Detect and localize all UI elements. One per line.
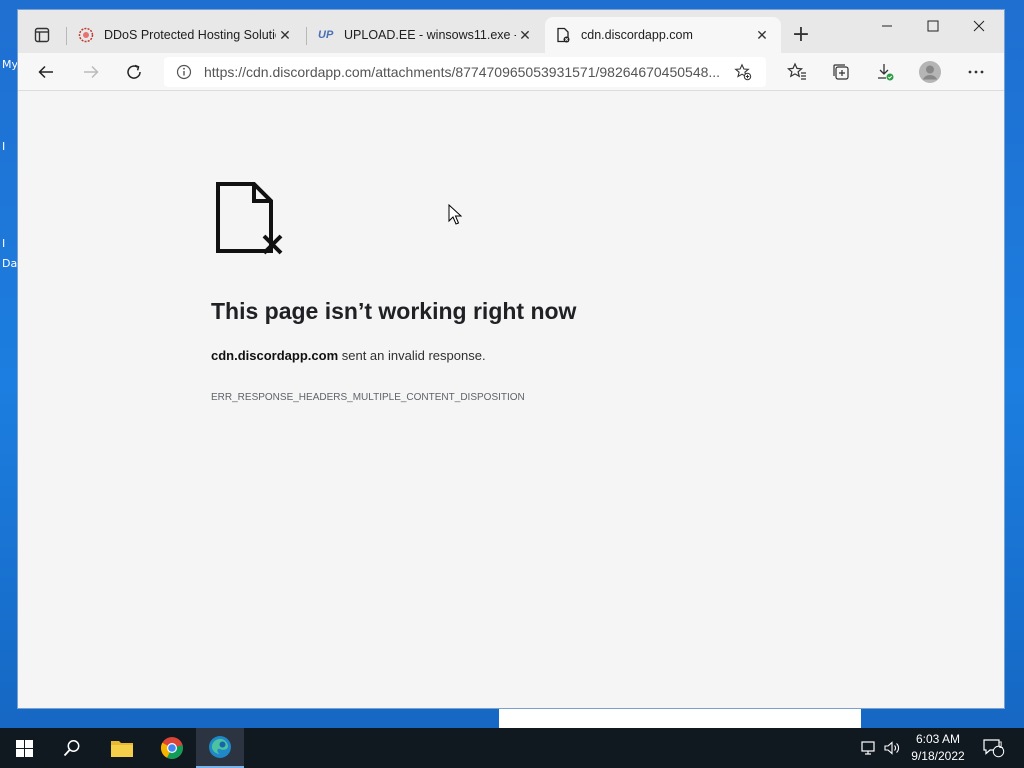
close-tab-icon[interactable]: ✕	[753, 27, 771, 44]
tab-label: DDoS Protected Hosting Solutio	[104, 28, 276, 42]
tab-actions-icon	[34, 27, 50, 43]
minimize-icon	[882, 25, 892, 27]
address-bar[interactable]: https://cdn.discordapp.com/attachments/8…	[164, 57, 766, 87]
settings-more-button[interactable]	[961, 58, 991, 86]
edge-button[interactable]	[196, 728, 244, 768]
tab-bar: DDoS Protected Hosting Solutio ✕ UP UPLO…	[18, 10, 1004, 53]
desktop-icon-label[interactable]: I	[2, 237, 5, 250]
action-center-button[interactable]: 1	[983, 728, 1005, 768]
chrome-button[interactable]	[148, 728, 196, 768]
notification-count: 1	[998, 741, 1004, 751]
tab-separator	[66, 27, 67, 45]
error-code: ERR_RESPONSE_HEADERS_MULTIPLE_CONTENT_DI…	[211, 392, 525, 403]
address-url[interactable]: https://cdn.discordapp.com/attachments/8…	[204, 64, 724, 80]
site-info-icon[interactable]	[176, 64, 192, 80]
network-button[interactable]	[860, 728, 878, 768]
tab-upload-ee[interactable]: UP UPLOAD.EE - winsows11.exe - Do ✕	[308, 17, 544, 53]
taskbar: 6:03 AM 9/18/2022 1	[0, 728, 1024, 768]
page-content: This page isn’t working right now cdn.di…	[18, 92, 1004, 708]
forward-arrow-icon	[84, 65, 99, 79]
desktop-icon-label[interactable]: Da	[2, 257, 17, 270]
tab-label: cdn.discordapp.com	[581, 28, 693, 42]
maximize-button[interactable]	[910, 10, 956, 42]
forward-button[interactable]	[76, 58, 106, 86]
file-explorer-button[interactable]	[98, 728, 146, 768]
volume-button[interactable]	[884, 728, 900, 768]
browser-window: DDoS Protected Hosting Solutio ✕ UP UPLO…	[17, 9, 1005, 709]
volume-icon	[884, 741, 899, 755]
error-message: sent an invalid response.	[338, 348, 486, 363]
desktop-icon-label[interactable]: My	[2, 58, 18, 71]
upload-ee-icon: UP	[318, 29, 334, 41]
tab-separator	[306, 27, 307, 45]
network-icon	[861, 741, 875, 755]
tab-label: UPLOAD.EE - winsows11.exe - Do	[344, 28, 516, 42]
error-title: This page isn’t working right now	[211, 298, 577, 324]
navigation-toolbar: https://cdn.discordapp.com/attachments/8…	[18, 53, 1004, 91]
close-window-button[interactable]	[956, 10, 1002, 42]
system-clock[interactable]: 6:03 AM 9/18/2022	[906, 731, 970, 765]
collections-button[interactable]	[826, 58, 856, 86]
tab-actions-button[interactable]	[28, 21, 56, 49]
error-description: cdn.discordapp.com sent an invalid respo…	[211, 348, 486, 363]
new-tab-button[interactable]: +	[788, 23, 814, 49]
close-tab-icon[interactable]: ✕	[516, 27, 534, 44]
clock-date: 9/18/2022	[911, 749, 965, 763]
tab-discord-cdn[interactable]: cdn.discordapp.com ✕	[545, 17, 781, 53]
add-favorite-icon[interactable]	[734, 63, 752, 81]
mouse-cursor-icon	[448, 204, 462, 225]
avatar-icon	[919, 61, 941, 83]
chrome-icon	[160, 737, 183, 759]
close-tab-icon[interactable]: ✕	[276, 27, 294, 44]
back-button[interactable]	[31, 58, 61, 86]
refresh-icon	[127, 64, 141, 79]
background-window-strip	[499, 709, 861, 728]
profile-button[interactable]	[915, 58, 945, 86]
desktop-icon-label[interactable]: I	[2, 140, 5, 153]
error-host: cdn.discordapp.com	[211, 348, 339, 363]
maximize-icon	[927, 20, 939, 32]
refresh-button[interactable]	[119, 58, 149, 86]
tab-ddos[interactable]: DDoS Protected Hosting Solutio ✕	[68, 17, 304, 53]
favorites-icon	[787, 62, 806, 80]
minimize-button[interactable]	[864, 10, 910, 42]
search-icon	[63, 740, 80, 757]
edge-icon	[209, 736, 231, 758]
more-dots-icon	[968, 70, 984, 74]
start-button[interactable]	[0, 728, 48, 768]
clock-time: 6:03 AM	[915, 732, 961, 746]
close-icon	[973, 20, 985, 32]
download-icon	[878, 64, 894, 81]
collections-icon	[833, 64, 849, 80]
search-button[interactable]	[48, 728, 96, 768]
error-document-icon	[557, 27, 570, 43]
back-arrow-icon	[38, 65, 53, 79]
downloads-button[interactable]	[870, 58, 900, 86]
folder-icon	[111, 741, 133, 757]
broken-page-icon	[216, 182, 283, 255]
ddos-site-icon	[78, 27, 94, 43]
favorites-button[interactable]	[782, 58, 812, 86]
windows-logo-icon	[15, 739, 33, 757]
